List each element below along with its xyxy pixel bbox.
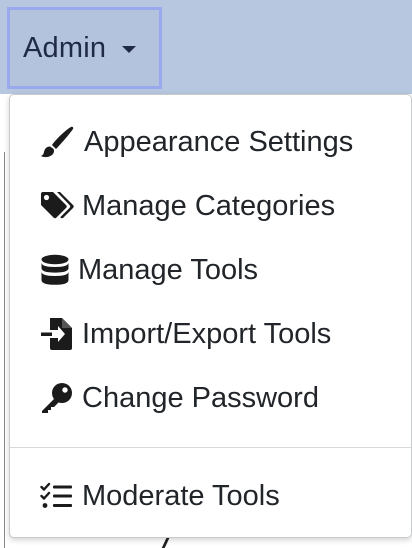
key-icon	[40, 382, 82, 414]
menu-item-appearance-settings[interactable]: Appearance Settings	[40, 118, 353, 166]
menu-item-manage-tools[interactable]: Manage Tools	[40, 246, 258, 294]
menu-item-label: Appearance Settings	[84, 125, 354, 158]
tasks-checklist-icon	[40, 482, 82, 510]
menu-item-label: Import/Export Tools	[82, 317, 332, 350]
caret-down-icon	[122, 45, 137, 53]
paint-brush-icon	[40, 126, 84, 158]
menu-item-change-password[interactable]: Change Password	[40, 374, 319, 422]
file-import-icon	[40, 317, 82, 351]
menu-item-label: Manage Categories	[82, 189, 336, 222]
menu-item-manage-categories[interactable]: Manage Categories	[40, 182, 335, 230]
admin-label: Admin	[23, 31, 107, 64]
top-navbar: Admin	[0, 0, 412, 94]
admin-dropdown-menu: Appearance Settings Manage Categories Ma…	[9, 94, 412, 538]
menu-item-label: Manage Tools	[78, 253, 259, 286]
menu-item-moderate-tools[interactable]: Moderate Tools	[40, 472, 280, 520]
database-icon	[40, 254, 78, 286]
admin-dropdown-toggle[interactable]: Admin	[7, 7, 162, 89]
tags-icon	[40, 191, 82, 221]
menu-item-label: Change Password	[82, 381, 319, 414]
menu-item-import-export-tools[interactable]: Import/Export Tools	[40, 310, 331, 358]
menu-divider	[10, 447, 411, 448]
menu-item-label: Moderate Tools	[82, 479, 280, 512]
